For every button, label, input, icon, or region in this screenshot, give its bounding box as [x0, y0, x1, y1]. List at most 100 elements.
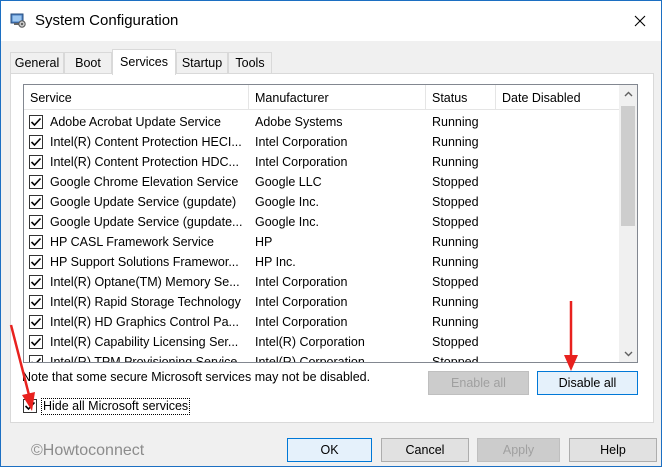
- manufacturer-cell: Google Inc.: [255, 195, 319, 209]
- tab-startup[interactable]: Startup: [176, 52, 228, 74]
- table-row[interactable]: HP Support Solutions Framewor... HP Inc. R…: [24, 252, 620, 272]
- tab-boot[interactable]: Boot: [64, 52, 112, 74]
- tab-general[interactable]: General: [10, 52, 64, 74]
- status-cell: Running: [432, 155, 479, 169]
- service-checkbox[interactable]: [29, 195, 43, 209]
- checkmark-icon: [30, 197, 42, 207]
- table-row[interactable]: Intel(R) Rapid Storage Technology Intel C…: [24, 292, 620, 312]
- checkmark-icon: [30, 237, 42, 247]
- button-label: Cancel: [405, 443, 445, 457]
- checkmark-icon: [30, 157, 42, 167]
- service-name-cell: Adobe Acrobat Update Service: [50, 115, 221, 129]
- button-label: Enable all: [451, 376, 506, 390]
- status-cell: Stopped: [432, 335, 479, 349]
- service-name-cell: Google Update Service (gupdate...: [50, 215, 243, 229]
- manufacturer-cell: Intel(R) Corporation: [255, 335, 365, 349]
- table-row[interactable]: Intel(R) TPM Provisioning Service Intel(R…: [24, 352, 620, 363]
- close-button[interactable]: [625, 7, 655, 35]
- service-name-cell: Google Update Service (gupdate): [50, 195, 237, 209]
- checkmark-icon: [30, 257, 42, 267]
- service-checkbox[interactable]: [29, 175, 43, 189]
- table-row[interactable]: Adobe Acrobat Update Service Adobe System…: [24, 112, 620, 132]
- ok-button[interactable]: OK: [287, 438, 372, 462]
- service-name-cell: HP CASL Framework Service: [50, 235, 214, 249]
- service-checkbox[interactable]: [29, 135, 43, 149]
- status-cell: Running: [432, 315, 479, 329]
- service-checkbox[interactable]: [29, 255, 43, 269]
- column-header-date-disabled[interactable]: Date Disabled: [496, 85, 620, 110]
- status-cell: Stopped: [432, 195, 479, 209]
- column-label: Date Disabled: [502, 91, 581, 105]
- service-name-cell: Intel(R) Optane(TM) Memory Se...: [50, 275, 240, 289]
- watermark: ©Howtoconnect: [31, 442, 145, 459]
- button-label: Help: [600, 443, 626, 457]
- disable-all-button[interactable]: Disable all: [537, 371, 638, 395]
- manufacturer-cell: Intel Corporation: [255, 135, 348, 149]
- column-header-status[interactable]: Status: [426, 85, 496, 110]
- close-icon: [634, 15, 646, 27]
- service-name-cell: Intel(R) TPM Provisioning Service: [50, 355, 238, 363]
- service-checkbox[interactable]: [29, 235, 43, 249]
- vertical-scrollbar[interactable]: [619, 85, 637, 362]
- service-checkbox[interactable]: [29, 295, 43, 309]
- status-cell: Stopped: [432, 175, 479, 189]
- checkmark-icon: [30, 217, 42, 227]
- system-configuration-window: System Configuration General Boot Servic…: [0, 0, 662, 467]
- enable-all-button[interactable]: Enable all: [428, 371, 529, 395]
- service-name-cell: Intel(R) Capability Licensing Ser...: [50, 335, 239, 349]
- column-header-manufacturer[interactable]: Manufacturer: [249, 85, 426, 110]
- checkmark-icon: [30, 137, 42, 147]
- service-checkbox[interactable]: [29, 215, 43, 229]
- status-cell: Stopped: [432, 215, 479, 229]
- service-checkbox[interactable]: [29, 275, 43, 289]
- scroll-up-button[interactable]: [619, 85, 637, 102]
- service-checkbox[interactable]: [29, 115, 43, 129]
- table-row[interactable]: Intel(R) Content Protection HECI... Intel…: [24, 132, 620, 152]
- tab-tools[interactable]: Tools: [228, 52, 272, 74]
- window-title: System Configuration: [35, 12, 179, 29]
- table-row[interactable]: Intel(R) Optane(TM) Memory Se... Intel Co…: [24, 272, 620, 292]
- msconfig-app-icon: [10, 13, 26, 28]
- service-name-cell: Intel(R) Rapid Storage Technology: [50, 295, 241, 309]
- tab-services[interactable]: Services: [112, 49, 176, 75]
- table-row[interactable]: Google Update Service (gupdate... Google …: [24, 212, 620, 232]
- service-name-cell: Google Chrome Elevation Service: [50, 175, 239, 189]
- title-bar: System Configuration: [1, 1, 661, 41]
- service-checkbox[interactable]: [29, 155, 43, 169]
- cancel-button[interactable]: Cancel: [381, 438, 469, 462]
- tab-label: Boot: [75, 56, 101, 70]
- column-label: Manufacturer: [255, 91, 329, 105]
- manufacturer-cell: Google LLC: [255, 175, 322, 189]
- table-row[interactable]: HP CASL Framework Service HP Running: [24, 232, 620, 252]
- tab-label: Tools: [235, 56, 265, 70]
- hide-microsoft-services-label: Hide all Microsoft services: [41, 398, 191, 415]
- column-header-service[interactable]: Service: [24, 85, 249, 110]
- table-row[interactable]: Intel(R) Content Protection HDC... Intel …: [24, 152, 620, 172]
- manufacturer-cell: Intel Corporation: [255, 155, 348, 169]
- scroll-down-button[interactable]: [619, 345, 637, 362]
- help-button[interactable]: Help: [569, 438, 657, 462]
- table-row[interactable]: Intel(R) HD Graphics Control Pa... Intel …: [24, 312, 620, 332]
- button-label: Disable all: [558, 376, 617, 390]
- column-label: Service: [30, 91, 72, 105]
- manufacturer-cell: Intel Corporation: [255, 275, 348, 289]
- manufacturer-cell: Intel(R) Corporation: [255, 355, 365, 363]
- service-name-cell: Intel(R) Content Protection HDC...: [50, 155, 239, 169]
- status-cell: Running: [432, 115, 479, 129]
- hide-microsoft-services-checkbox[interactable]: Hide all Microsoft services: [23, 398, 193, 418]
- apply-button[interactable]: Apply: [477, 438, 560, 462]
- table-row[interactable]: Google Update Service (gupdate) Google In…: [24, 192, 620, 212]
- service-name-cell: Intel(R) HD Graphics Control Pa...: [50, 315, 239, 329]
- annotation-arrow-disable-all: [564, 301, 578, 371]
- manufacturer-cell: Google Inc.: [255, 215, 319, 229]
- status-cell: Running: [432, 135, 479, 149]
- manufacturer-cell: Intel Corporation: [255, 315, 348, 329]
- service-name-cell: Intel(R) Content Protection HECI...: [50, 135, 242, 149]
- table-row[interactable]: Google Chrome Elevation Service Google LL…: [24, 172, 620, 192]
- manufacturer-cell: Intel Corporation: [255, 295, 348, 309]
- scrollbar-thumb[interactable]: [621, 106, 635, 226]
- table-row[interactable]: Intel(R) Capability Licensing Ser... Inte…: [24, 332, 620, 352]
- status-cell: Stopped: [432, 355, 479, 363]
- checkmark-icon: [30, 177, 42, 187]
- services-list[interactable]: Service Manufacturer Status Date Disable…: [23, 84, 638, 363]
